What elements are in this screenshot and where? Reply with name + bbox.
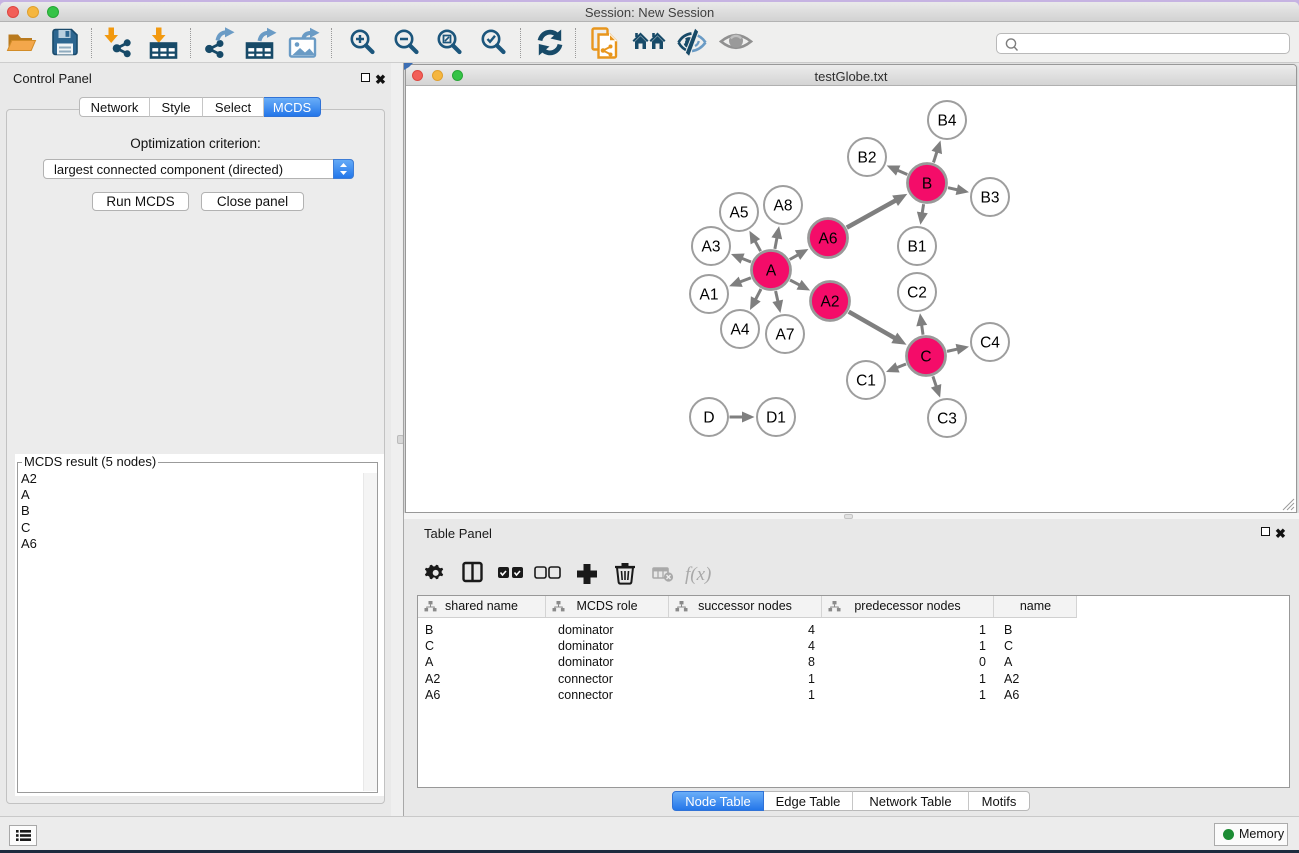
svg-text:A2: A2 (821, 294, 840, 311)
svg-text:A3: A3 (702, 239, 721, 256)
svg-text:C2: C2 (907, 285, 927, 302)
svg-text:A1: A1 (700, 287, 719, 304)
svg-text:A8: A8 (774, 198, 793, 215)
svg-text:A7: A7 (776, 327, 795, 344)
svg-text:B1: B1 (908, 239, 927, 256)
svg-text:C3: C3 (937, 411, 957, 428)
svg-text:A: A (766, 263, 777, 280)
svg-text:C4: C4 (980, 335, 1000, 352)
svg-text:B: B (922, 176, 932, 193)
svg-text:D1: D1 (766, 410, 786, 427)
svg-text:B2: B2 (858, 150, 877, 167)
svg-text:D: D (703, 410, 714, 427)
svg-text:C1: C1 (856, 373, 876, 390)
svg-text:A4: A4 (731, 322, 750, 339)
svg-text:f(x): f(x) (685, 564, 711, 585)
svg-text:B4: B4 (938, 113, 957, 130)
svg-text:A6: A6 (819, 231, 838, 248)
svg-text:B3: B3 (981, 190, 1000, 207)
svg-text:C: C (920, 349, 931, 366)
svg-text:A5: A5 (730, 205, 749, 222)
